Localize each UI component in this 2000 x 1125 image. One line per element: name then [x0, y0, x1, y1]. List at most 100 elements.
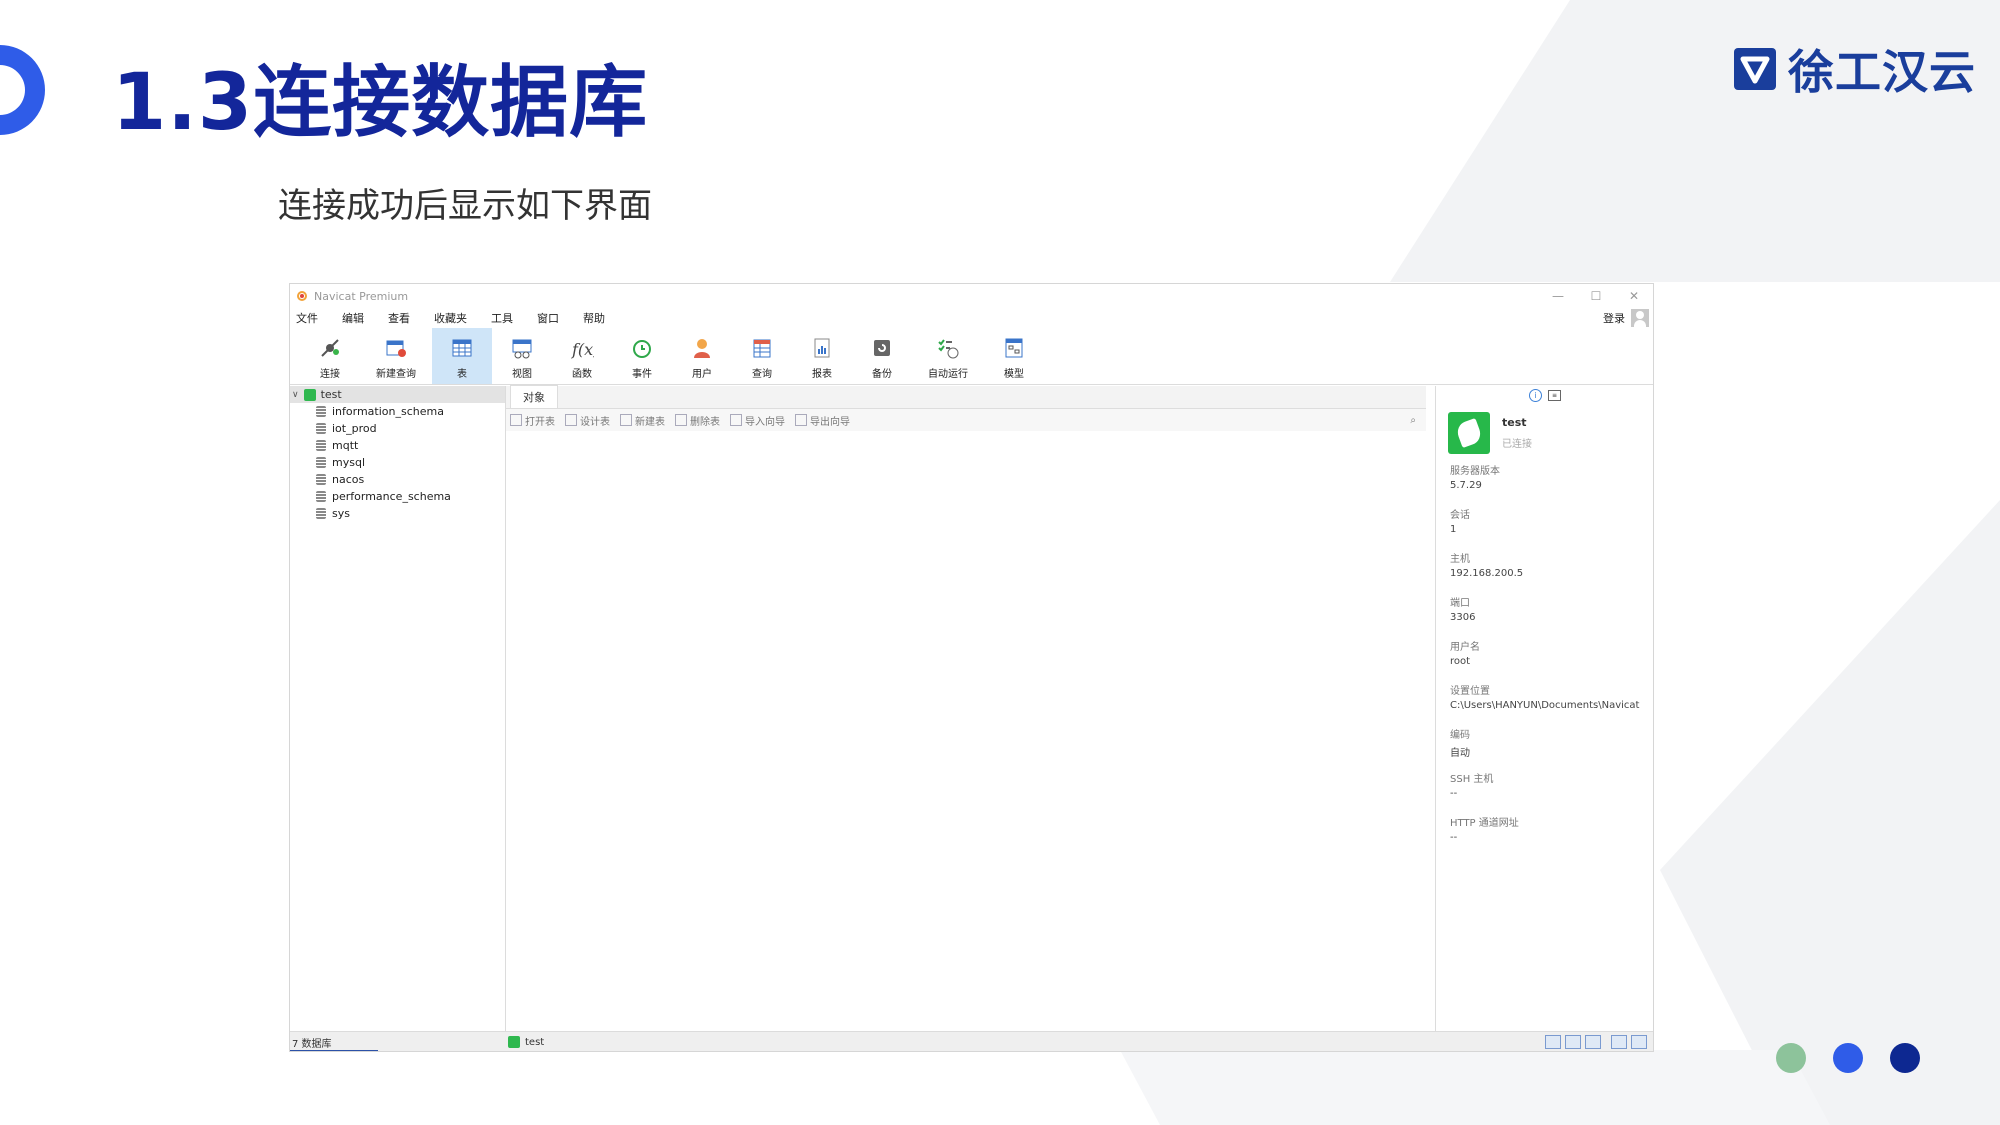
toolbar-new-query-button[interactable]: 新建查询: [360, 328, 432, 384]
database-icon: [316, 406, 326, 417]
menu-favorites[interactable]: 收藏夹: [434, 310, 467, 326]
toolbar-automation-button[interactable]: 自动运行: [912, 328, 984, 384]
toolbar-label: 新建查询: [376, 369, 416, 380]
toolbar-event-button[interactable]: 事件: [612, 328, 672, 384]
prop-value: C:\Users\HANYUN\Documents\Navicat: [1450, 700, 1640, 711]
prop-server-version: 服务器版本 5.7.29: [1436, 462, 1653, 506]
action-label: 导入向导: [745, 416, 785, 428]
toolbar-query-button[interactable]: 查询: [732, 328, 792, 384]
menu-window[interactable]: 窗口: [537, 310, 559, 326]
prop-key: 用户名: [1450, 642, 1480, 653]
prop-key: HTTP 通道网址: [1450, 818, 1519, 829]
db-label: information_schema: [332, 405, 444, 418]
toolbar-label: 视图: [512, 369, 532, 380]
prop-value: 自动: [1450, 748, 1470, 759]
menu-file[interactable]: 文件: [296, 310, 318, 326]
tab-strip: 对象: [506, 385, 1426, 409]
backup-icon: [874, 340, 890, 356]
toolbar-label: 备份: [872, 369, 892, 380]
menu-bar: 文件 编辑 查看 收藏夹 工具 窗口 帮助 登录: [290, 308, 1653, 328]
grid-view-icon[interactable]: [1545, 1035, 1561, 1049]
detail-view-icon[interactable]: [1585, 1035, 1601, 1049]
delete-table-button[interactable]: 删除表: [675, 413, 720, 428]
toolbar-function-button[interactable]: f(x) 函数: [552, 328, 612, 384]
import-icon: [730, 414, 742, 426]
tree-connection-test[interactable]: ∨ test: [290, 386, 505, 403]
chevron-down-icon[interactable]: ∨: [292, 390, 299, 400]
toolbar-model-button[interactable]: 模型: [984, 328, 1044, 384]
toolbar-table-button[interactable]: 表: [432, 328, 492, 384]
prop-key: 主机: [1450, 554, 1470, 565]
tab-objects[interactable]: 对象: [510, 385, 558, 408]
toolbar-connect-button[interactable]: 连接: [300, 328, 360, 384]
object-toolbar: 打开表 设计表 新建表 删除表 导入向导 导出向导 ⌕: [506, 409, 1426, 431]
user-icon: [694, 339, 710, 358]
db-label: nacos: [332, 473, 365, 486]
tree-db-item[interactable]: mysql: [290, 454, 505, 471]
info-pane: i ≡ test 已连接 服务器版本 5.7.29 会话 1 主机 192.168.2…: [1435, 386, 1653, 1031]
tree-db-item[interactable]: sys: [290, 505, 505, 522]
toggle-right-pane-icon[interactable]: [1631, 1035, 1647, 1049]
toolbar-view-button[interactable]: 视图: [492, 328, 552, 384]
minimize-button[interactable]: —: [1539, 289, 1577, 303]
tree-db-item[interactable]: information_schema: [290, 403, 505, 420]
menu-tools[interactable]: 工具: [491, 310, 513, 326]
design-table-icon: [565, 414, 577, 426]
database-icon: [316, 491, 326, 502]
prop-encoding: 编码 自动: [1436, 726, 1653, 770]
new-query-icon: [386, 340, 406, 357]
prop-value: 1: [1450, 524, 1457, 535]
navy-dot: [1890, 1043, 1920, 1073]
prop-value: --: [1450, 832, 1458, 843]
design-table-button[interactable]: 设计表: [565, 413, 610, 428]
connection-card: test 已连接: [1436, 404, 1653, 462]
toolbar-label: 连接: [320, 369, 340, 380]
model-icon: [1005, 338, 1023, 358]
close-button[interactable]: ✕: [1615, 289, 1653, 303]
toolbar-label: 模型: [1004, 369, 1024, 380]
prop-value: --: [1450, 788, 1458, 799]
new-table-button[interactable]: 新建表: [620, 413, 665, 428]
db-label: iot_prod: [332, 422, 377, 435]
tree-db-item[interactable]: performance_schema: [290, 488, 505, 505]
toggle-left-pane-icon[interactable]: [1611, 1035, 1627, 1049]
prop-value: 3306: [1450, 612, 1476, 623]
tree-db-item[interactable]: iot_prod: [290, 420, 505, 437]
connection-label: test: [320, 388, 342, 401]
automation-icon: [938, 339, 959, 359]
connection-icon: [508, 1036, 520, 1048]
delete-table-icon: [675, 414, 687, 426]
info-icon[interactable]: i: [1529, 388, 1542, 402]
toolbar-label: 表: [457, 369, 467, 380]
ddl-icon[interactable]: ≡: [1548, 389, 1561, 401]
toolbar-backup-button[interactable]: 备份: [852, 328, 912, 384]
navigation-pane: ∨ test information_schema iot_prod mqtt …: [290, 386, 506, 1031]
open-table-button[interactable]: 打开表: [510, 413, 555, 428]
tree-db-item[interactable]: nacos: [290, 471, 505, 488]
new-table-icon: [620, 414, 632, 426]
connection-name: test: [1502, 416, 1527, 429]
main-toolbar: 连接 新建查询 表 视图 f(x) 函数 事件 用户 查询: [290, 328, 1653, 385]
list-view-icon[interactable]: [1565, 1035, 1581, 1049]
toolbar-user-button[interactable]: 用户: [672, 328, 732, 384]
green-dot: [1776, 1043, 1806, 1073]
user-avatar-icon[interactable]: [1631, 309, 1649, 327]
svg-text:f(x): f(x): [571, 340, 594, 359]
tree-db-item[interactable]: mqtt: [290, 437, 505, 454]
login-link[interactable]: 登录: [1603, 310, 1625, 326]
action-label: 删除表: [690, 416, 720, 428]
menu-edit[interactable]: 编辑: [342, 310, 364, 326]
slide-title: 1.3连接数据库: [112, 58, 649, 148]
export-wizard-button[interactable]: 导出向导: [795, 413, 850, 428]
import-wizard-button[interactable]: 导入向导: [730, 413, 785, 428]
menu-help[interactable]: 帮助: [583, 310, 605, 326]
prop-host: 主机 192.168.200.5: [1436, 550, 1653, 594]
search-icon[interactable]: ⌕: [1410, 415, 1416, 426]
prop-key: 会话: [1450, 510, 1470, 521]
maximize-button[interactable]: ☐: [1577, 289, 1615, 303]
menu-view[interactable]: 查看: [388, 310, 410, 326]
database-icon: [316, 440, 326, 451]
action-label: 新建表: [635, 416, 665, 428]
database-icon: [316, 508, 326, 519]
toolbar-report-button[interactable]: 报表: [792, 328, 852, 384]
